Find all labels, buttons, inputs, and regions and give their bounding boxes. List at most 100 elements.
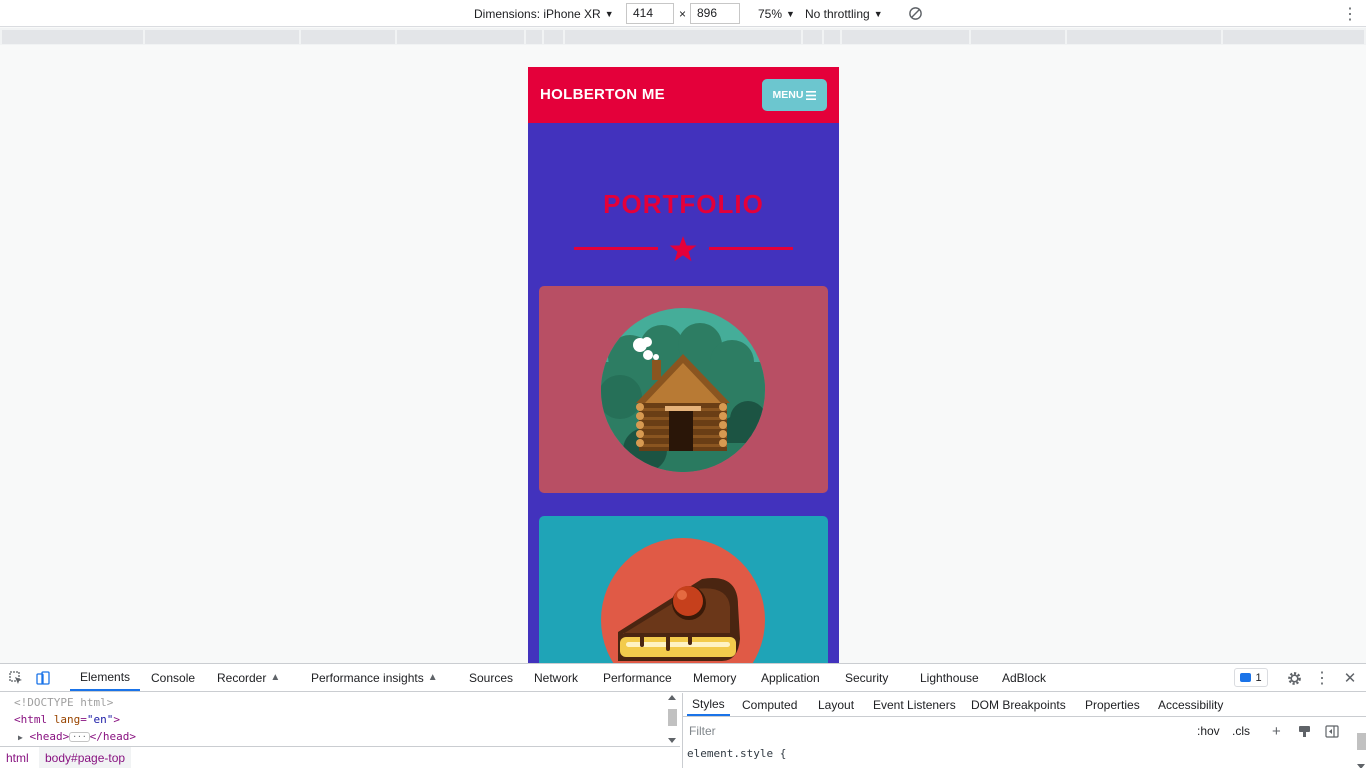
sidebar-toggle-icon[interactable] <box>1325 722 1339 740</box>
dom-tree: <!DOCTYPE html> <html lang="en"> ▶ <head… <box>0 693 680 745</box>
breadcrumb: html body#page-top <box>0 746 680 768</box>
tab-styles[interactable]: Styles <box>687 693 730 716</box>
caret-down-icon: ▼ <box>786 8 795 19</box>
caret-down-icon: ▼ <box>873 8 883 19</box>
breadcrumb-item-body[interactable]: body#page-top <box>39 747 132 768</box>
rotate-icon[interactable] <box>908 0 923 27</box>
styles-filter-input[interactable] <box>685 721 1187 741</box>
devtools-tab-bar: Elements Console Recorder ▲ Performance i… <box>0 664 1366 692</box>
media-query-segment[interactable] <box>145 30 299 44</box>
navbar: HOLBERTON ME MENU <box>528 67 839 123</box>
cls-toggle[interactable]: .cls <box>1232 722 1250 740</box>
new-style-rule-icon[interactable]: + <box>1272 722 1281 740</box>
tab-computed[interactable]: Computed <box>742 693 797 716</box>
tab-recorder[interactable]: Recorder ▲ <box>217 664 280 691</box>
menu-button[interactable]: MENU <box>762 79 827 111</box>
media-query-segment[interactable] <box>1067 30 1221 44</box>
media-query-segment[interactable] <box>397 30 524 44</box>
width-input[interactable]: 414 <box>626 3 674 24</box>
device-select[interactable]: Dimensions: iPhone XR ▼ <box>474 0 614 27</box>
element-style-rule[interactable]: element.style { <box>687 747 786 760</box>
issues-count: 1 <box>1255 671 1262 684</box>
tab-console[interactable]: Console <box>151 664 195 691</box>
tab-properties[interactable]: Properties <box>1085 693 1140 716</box>
device-select-label: Dimensions: iPhone XR <box>474 6 601 21</box>
devtools-panel: Elements Console Recorder ▲ Performance i… <box>0 663 1366 768</box>
brand-link[interactable]: HOLBERTON ME <box>540 86 665 103</box>
issues-counter[interactable]: 1 <box>1234 668 1268 687</box>
issue-message-icon <box>1240 673 1252 682</box>
dom-head-open: <head> <box>29 730 70 743</box>
caret-down-icon: ▼ <box>604 8 614 19</box>
experiment-flask-icon: ▲ <box>270 672 281 683</box>
inspect-icon[interactable] <box>8 670 24 686</box>
tab-memory[interactable]: Memory <box>693 664 736 691</box>
dimension-separator: × <box>679 6 687 21</box>
dom-scrollbar[interactable] <box>666 694 678 744</box>
media-query-segment[interactable] <box>544 30 563 44</box>
menu-label: MENU <box>772 89 804 101</box>
media-query-bar <box>0 28 1366 45</box>
device-toolbar: Dimensions: iPhone XR ▼ 414 × 896 75% ▼ … <box>0 0 1366 27</box>
ellipsis-icon[interactable]: ··· <box>69 732 90 742</box>
throttling-value: No throttling <box>805 6 870 21</box>
portfolio-item-cake[interactable] <box>539 516 828 663</box>
tab-elements[interactable]: Elements <box>70 664 141 691</box>
more-options-icon[interactable]: ⋮ <box>1342 0 1358 27</box>
zoom-select[interactable]: 75% ▼ <box>758 0 795 27</box>
dom-html-attr-value: "en" <box>86 713 114 726</box>
portfolio-item-cabin[interactable] <box>539 286 828 493</box>
settings-icon[interactable] <box>1286 670 1302 686</box>
height-input[interactable]: 896 <box>690 3 740 24</box>
cabin-image <box>601 308 765 472</box>
dom-html-tag: html <box>20 713 48 726</box>
media-query-segment[interactable] <box>301 30 395 44</box>
customize-menu-icon[interactable]: ⋮ <box>1314 670 1330 687</box>
device-toolbar-icon[interactable] <box>35 670 51 686</box>
styles-sidebar: Styles Computed Layout Event Listeners D… <box>682 693 1366 768</box>
dom-node-html[interactable]: <html lang="en"> <box>14 713 120 726</box>
media-query-segment[interactable] <box>824 30 840 44</box>
tab-application[interactable]: Application <box>761 664 820 691</box>
divider-line-left <box>574 247 658 250</box>
tab-event-listeners[interactable]: Event Listeners <box>873 693 956 716</box>
hov-toggle[interactable]: :hov <box>1197 722 1220 740</box>
tab-network[interactable]: Network <box>534 664 578 691</box>
tab-performance-insights-label: Performance insights <box>311 670 424 685</box>
breadcrumb-item-html[interactable]: html <box>0 747 35 768</box>
throttling-select[interactable]: No throttling ▼ <box>805 0 883 27</box>
close-icon[interactable]: ✕ <box>1342 670 1358 687</box>
dom-node-head[interactable]: ▶ <head> ··· </head> <box>18 730 136 743</box>
tab-dom-breakpoints[interactable]: DOM Breakpoints <box>971 693 1066 716</box>
section-title: PORTFOLIO <box>603 189 764 219</box>
media-query-segment[interactable] <box>565 30 801 44</box>
expand-triangle-icon[interactable]: ▶ <box>18 733 23 742</box>
divider-line-right <box>709 247 793 250</box>
tab-accessibility[interactable]: Accessibility <box>1158 693 1223 716</box>
star-icon <box>669 236 697 262</box>
styles-scrollbar[interactable] <box>1356 727 1366 768</box>
cake-image <box>601 538 765 663</box>
tab-sources[interactable]: Sources <box>469 664 513 691</box>
media-query-segment[interactable] <box>842 30 969 44</box>
tab-performance[interactable]: Performance <box>603 664 672 691</box>
tab-adblock[interactable]: AdBlock <box>1002 664 1046 691</box>
tab-performance-insights[interactable]: Performance insights ▲ <box>311 664 438 691</box>
hamburger-icon <box>806 90 817 100</box>
tab-lighthouse[interactable]: Lighthouse <box>920 664 979 691</box>
media-query-segment[interactable] <box>526 30 542 44</box>
media-query-segment[interactable] <box>2 30 143 44</box>
emulated-viewport: HOLBERTON ME MENU PORTFOLIO <box>528 67 839 663</box>
tab-security[interactable]: Security <box>845 664 888 691</box>
tab-layout[interactable]: Layout <box>818 693 854 716</box>
zoom-value: 75% <box>758 6 783 21</box>
media-query-segment[interactable] <box>803 30 822 44</box>
dom-html-attr-name: lang <box>53 713 81 726</box>
tab-recorder-label: Recorder <box>217 670 267 685</box>
computed-toggle-icon[interactable] <box>1298 722 1311 740</box>
experiment-flask-icon: ▲ <box>427 672 438 683</box>
dom-doctype[interactable]: <!DOCTYPE html> <box>14 696 113 709</box>
media-query-segment[interactable] <box>971 30 1065 44</box>
dom-head-close: </head> <box>89 730 137 743</box>
media-query-segment[interactable] <box>1223 30 1364 44</box>
